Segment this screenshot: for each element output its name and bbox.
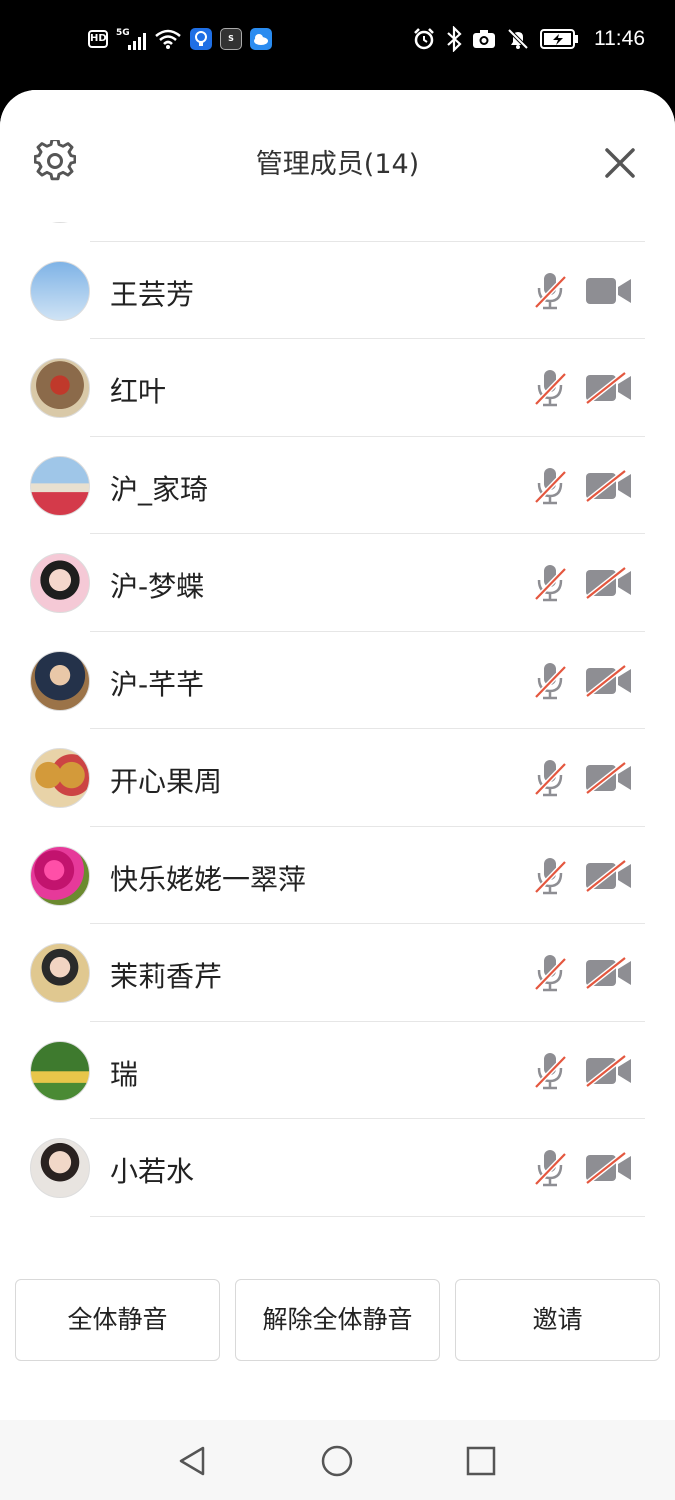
avatar bbox=[30, 260, 90, 321]
wifi-icon bbox=[155, 29, 181, 49]
page-title: 管理成员(14) bbox=[255, 149, 420, 180]
home-circle-icon[interactable] bbox=[320, 1444, 354, 1478]
member-name: 沪_家琦 bbox=[110, 472, 209, 506]
avatar bbox=[30, 222, 90, 223]
member-row[interactable]: 沪_家琦 bbox=[0, 437, 675, 534]
member-row[interactable]: 王芸芳 bbox=[0, 242, 675, 339]
member-list[interactable]: 陈洋洋王芸芳红叶沪_家琦沪-梦蝶沪-芊芊开心果周快乐姥姥一翠萍茉莉香芹瑞小若水 bbox=[0, 222, 675, 1250]
avatar bbox=[30, 650, 90, 711]
avatar bbox=[30, 1138, 90, 1198]
camera-off-icon[interactable] bbox=[585, 371, 633, 405]
clock: 11:46 bbox=[594, 27, 645, 50]
system-nav-bar bbox=[0, 1420, 675, 1500]
hd-icon: HD bbox=[88, 30, 108, 48]
member-name: 沪-芊芊 bbox=[110, 667, 205, 701]
sheet-header: 管理成员(14) bbox=[0, 90, 675, 222]
mic-muted-icon[interactable] bbox=[533, 953, 569, 993]
camera-off-icon[interactable] bbox=[585, 468, 633, 503]
member-name: 小若水 bbox=[110, 1155, 195, 1188]
member-row[interactable]: 红叶 bbox=[0, 339, 675, 437]
avatar bbox=[30, 1040, 90, 1101]
avatar bbox=[30, 553, 90, 613]
camera-off-icon[interactable] bbox=[585, 858, 633, 893]
divider bbox=[90, 1215, 645, 1217]
signal-5g-icon: 5G bbox=[116, 28, 146, 50]
weather-app-icon bbox=[250, 28, 272, 50]
mute-all-button[interactable]: 全体静音 bbox=[15, 1279, 220, 1361]
alarm-icon bbox=[414, 28, 434, 50]
soul-app-icon: S bbox=[220, 28, 242, 50]
action-bar: 全体静音 解除全体静音 邀请 bbox=[0, 1250, 675, 1420]
mic-muted-icon[interactable] bbox=[533, 661, 569, 701]
camera-off-icon[interactable] bbox=[585, 1053, 633, 1088]
avatar bbox=[30, 943, 90, 1003]
recents-square-icon[interactable] bbox=[464, 1444, 498, 1478]
camera-off-icon[interactable] bbox=[585, 663, 633, 698]
camera-off-icon[interactable] bbox=[585, 1151, 633, 1185]
member-row[interactable]: 茉莉香芹 bbox=[0, 924, 675, 1022]
camera-icon bbox=[473, 30, 495, 48]
member-row[interactable]: 快乐姥姥一翠萍 bbox=[0, 827, 675, 924]
back-triangle-icon[interactable] bbox=[176, 1444, 210, 1478]
mic-muted-icon[interactable] bbox=[533, 368, 569, 408]
avatar bbox=[30, 845, 90, 906]
member-row[interactable]: 开心果周 bbox=[0, 729, 675, 827]
member-row[interactable]: 瑞 bbox=[0, 1022, 675, 1119]
mic-muted-icon[interactable] bbox=[533, 758, 569, 798]
member-name: 沪-梦蝶 bbox=[110, 570, 205, 603]
member-name: 王芸芳 bbox=[110, 277, 195, 311]
camera-off-icon[interactable] bbox=[585, 761, 633, 795]
invite-button[interactable]: 邀请 bbox=[455, 1279, 660, 1361]
avatar bbox=[30, 358, 90, 418]
member-name: 开心果周 bbox=[110, 765, 223, 798]
mic-muted-icon[interactable] bbox=[533, 466, 569, 506]
bulb-app-icon bbox=[190, 28, 212, 50]
status-bar: HD 5G S 11:46 bbox=[0, 0, 675, 90]
mic-muted-icon[interactable] bbox=[533, 1148, 569, 1188]
member-row[interactable]: 小若水 bbox=[0, 1119, 675, 1217]
bluetooth-icon bbox=[447, 26, 462, 52]
member-row[interactable]: 陈洋洋 bbox=[0, 222, 675, 242]
member-row[interactable]: 沪-芊芊 bbox=[0, 632, 675, 729]
mic-muted-icon[interactable] bbox=[533, 563, 569, 603]
member-name: 红叶 bbox=[110, 375, 167, 408]
camera-off-icon[interactable] bbox=[585, 956, 633, 990]
camera-off-icon[interactable] bbox=[585, 566, 633, 600]
mic-muted-icon[interactable] bbox=[533, 1051, 569, 1091]
close-icon[interactable] bbox=[603, 146, 637, 180]
avatar bbox=[30, 748, 90, 808]
battery-charging-icon bbox=[540, 29, 578, 49]
camera-icon[interactable] bbox=[585, 275, 633, 307]
mic-muted-icon[interactable] bbox=[533, 271, 569, 311]
member-name: 茉莉香芹 bbox=[110, 960, 223, 993]
manage-members-sheet: 管理成员(14) 陈洋洋王芸芳红叶沪_家琦沪-梦蝶沪-芊芊开心果周快乐姥姥一翠萍… bbox=[0, 90, 675, 1420]
member-name: 瑞 bbox=[110, 1057, 139, 1091]
member-row[interactable]: 沪-梦蝶 bbox=[0, 534, 675, 632]
mute-bell-icon bbox=[507, 28, 529, 50]
avatar bbox=[30, 455, 90, 516]
unmute-all-button[interactable]: 解除全体静音 bbox=[235, 1279, 440, 1361]
mic-muted-icon[interactable] bbox=[533, 856, 569, 896]
member-name: 快乐姥姥一翠萍 bbox=[110, 862, 307, 896]
